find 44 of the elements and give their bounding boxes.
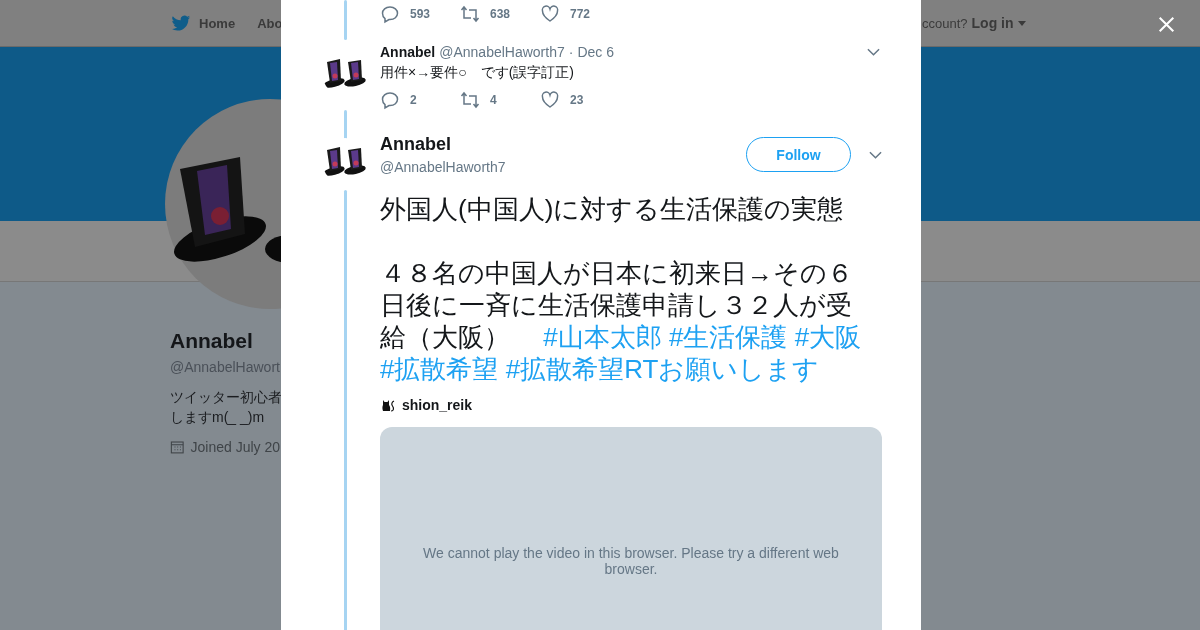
- author-name[interactable]: Annabel: [380, 44, 436, 60]
- retweet-icon[interactable]: [460, 90, 480, 110]
- tweet-date[interactable]: Dec 6: [577, 44, 614, 60]
- retweet-icon[interactable]: [460, 4, 480, 24]
- source-name[interactable]: shion_reik: [402, 397, 473, 413]
- chevron-icon[interactable]: [867, 48, 880, 56]
- nav-link[interactable]: Abo: [257, 15, 283, 31]
- video-error-message: We cannot play the video in this browser. Please try a different web browser.: [422, 545, 840, 577]
- hashtag-link[interactable]: #生活保護: [668, 322, 788, 352]
- hashtag-link[interactable]: #大阪: [794, 322, 862, 352]
- nav-link[interactable]: Home: [199, 15, 236, 31]
- login-prompt: ccount?: [922, 15, 968, 31]
- hashtag-link[interactable]: #山本太郎: [543, 322, 662, 352]
- joined-date: Joined July 20: [190, 439, 280, 455]
- author-name[interactable]: Annabel: [380, 134, 746, 155]
- like-count: 772: [570, 7, 591, 21]
- chevron-icon[interactable]: [869, 150, 882, 159]
- reply-icon[interactable]: [380, 4, 400, 24]
- like-count: 23: [570, 93, 584, 107]
- tweet-text: ４８名の中国人が日本に初来日→その６日後に一斉に生活保護申請し３２人が受給（大阪） #山本太郎 #生活保護 #大阪 #拡散希望 #拡散希望RTお願いします: [380, 257, 863, 385]
- calendar-icon: [170, 439, 185, 455]
- heart-icon[interactable]: [540, 4, 560, 24]
- login-link[interactable]: Log in: [971, 15, 1014, 31]
- reply-count: 593: [410, 7, 431, 21]
- video-player[interactable]: We cannot play the video in this browser. Please try a different web browser.: [380, 427, 882, 630]
- date-separator: ·: [568, 44, 574, 60]
- profile-bio: ツイッター初心者: [170, 388, 280, 407]
- author-handle[interactable]: @AnnabelHaworth7: [439, 44, 565, 60]
- reply-icon[interactable]: [380, 90, 400, 110]
- profile-name: Annabel: [170, 329, 254, 353]
- hashtag-link[interactable]: #拡散希望: [380, 354, 499, 384]
- retweet-count: 4: [490, 93, 497, 107]
- hashtag-link[interactable]: #拡散希望RTお願いします: [505, 354, 820, 384]
- profile-bio: しますm(_ _)m: [170, 408, 266, 427]
- reply-count: 2: [410, 93, 417, 107]
- profile-handle: @AnnabelHawort: [170, 359, 280, 375]
- heart-icon[interactable]: [540, 90, 560, 110]
- retweet-count: 638: [490, 7, 511, 21]
- tweet-text: 外国人(中国人)に対する生活保護の実態: [380, 193, 845, 225]
- close-icon[interactable]: [1158, 16, 1175, 33]
- follow-button[interactable]: Follow: [746, 137, 851, 172]
- caret-icon[interactable]: [1017, 20, 1026, 26]
- author-handle[interactable]: @AnnabelHaworth7: [380, 159, 746, 175]
- tweet-text: 用件×→要件○ です(誤字訂正): [380, 64, 575, 82]
